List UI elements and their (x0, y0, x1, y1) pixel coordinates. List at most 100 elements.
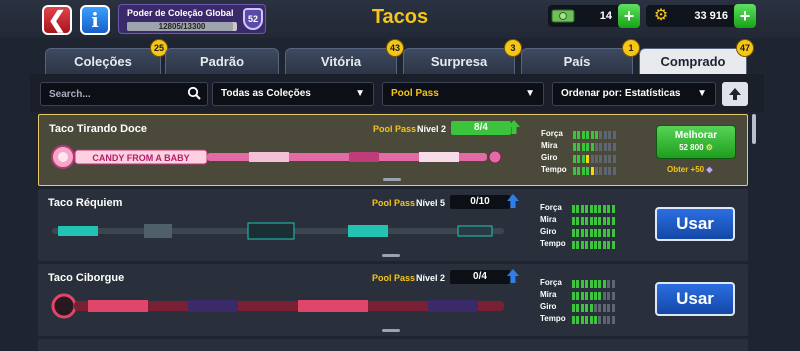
stat-segment (599, 131, 603, 139)
stat-segment (580, 304, 584, 312)
tab-colecoes[interactable]: Coleções 25 (45, 39, 168, 74)
add-coins-button[interactable]: + (734, 4, 756, 28)
stat-label: Giro (540, 302, 557, 311)
stat-row: Tempo (541, 165, 621, 177)
cue-card[interactable]: Taco Tirando Doce Pool Pass Nível 2 8/4 … (38, 114, 748, 186)
cue-card[interactable]: Taco Réquiem Pool Pass Nível 5 0/10 Forç… (38, 189, 748, 261)
stat-segment (580, 241, 584, 249)
info-button[interactable]: i (80, 5, 110, 35)
cash-icon (550, 5, 576, 27)
cue-tag: Pool Pass (373, 124, 417, 134)
stat-segment (607, 292, 611, 300)
stat-segment (612, 143, 616, 151)
stat-segment (599, 143, 603, 151)
stat-segment (608, 155, 612, 163)
stat-segment (594, 316, 597, 324)
upgrade-arrow-icon (507, 269, 519, 283)
stat-segment (572, 292, 575, 300)
stat-segment (607, 205, 611, 213)
sort-direction-button[interactable] (722, 82, 748, 106)
tab-label: Surpresa (430, 54, 488, 69)
search-icon[interactable] (187, 86, 201, 100)
collection-power-label: Poder de Coleção Global (127, 8, 234, 18)
stat-segment (595, 131, 598, 139)
use-button[interactable]: Usar (655, 282, 735, 316)
collections-dropdown-value: Todas as Coleções (221, 88, 311, 99)
stat-segment (607, 229, 611, 237)
stat-segment (611, 292, 615, 300)
cash-counter: 14 + (548, 4, 640, 28)
use-button[interactable]: Usar (655, 207, 735, 241)
sort-dropdown[interactable]: Ordenar por: Estatísticas ▼ (552, 82, 716, 106)
collections-dropdown[interactable]: Todas as Coleções ▼ (212, 82, 374, 106)
cue-tag: Pool Pass (372, 198, 416, 208)
stat-segment (612, 167, 616, 175)
filter-bar: Todas as Coleções ▼ Pool Pass ▼ Ordenar … (30, 74, 764, 112)
stat-segment (576, 304, 580, 312)
collection-power-panel[interactable]: Poder de Coleção Global 12805/13300 52 (118, 4, 266, 34)
stat-row: Força (540, 203, 620, 215)
stat-segment (581, 143, 585, 151)
stat-segment (589, 229, 593, 237)
add-cash-button[interactable]: + (618, 4, 640, 28)
upgrade-arrow-icon (507, 194, 519, 208)
search-input[interactable] (41, 83, 181, 105)
back-button[interactable]: ❮ (42, 5, 72, 35)
tab-padrao[interactable]: Padrão (165, 48, 279, 74)
tab-badge: 1 (622, 39, 640, 57)
stat-segment (586, 167, 590, 175)
stat-bar (573, 131, 617, 139)
stat-row: Força (541, 129, 621, 141)
stat-label: Mira (540, 290, 557, 299)
stat-row: Tempo (540, 314, 620, 326)
stat-segment (576, 316, 580, 324)
cash-amount: 14 (599, 10, 612, 22)
collection-progress-text: 12805/13300 (158, 22, 206, 31)
collection-progress-bar: 12805/13300 (127, 22, 237, 31)
stat-segment (581, 131, 585, 139)
stat-segment (602, 280, 606, 288)
stat-row: Força (540, 278, 620, 290)
card-handle (382, 329, 400, 332)
stat-segment (611, 304, 615, 312)
sort-dropdown-value: Ordenar por: Estatísticas (561, 88, 681, 99)
stat-segment (607, 304, 611, 312)
category-dropdown[interactable]: Pool Pass ▼ (382, 82, 544, 106)
stat-segment (585, 304, 589, 312)
stat-segment (612, 131, 616, 139)
stat-bar (572, 280, 616, 288)
tab-surpresa[interactable]: Surpresa 3 (403, 39, 522, 74)
coin-icon: ⚙ (705, 143, 713, 152)
stat-segment (581, 167, 585, 175)
stat-segment (580, 229, 584, 237)
stat-segment (576, 292, 580, 300)
stat-segment (576, 241, 580, 249)
tab-comprado[interactable]: Comprado 47 (639, 39, 754, 76)
tab-pais[interactable]: País 1 (521, 39, 640, 74)
stat-segment (599, 155, 603, 163)
cue-image (51, 293, 504, 319)
stat-segment (586, 155, 590, 163)
stat-segment (603, 143, 607, 151)
cue-card[interactable] (38, 339, 748, 351)
cue-card[interactable]: Taco Ciborgue Pool Pass Nível 2 0/4 Forç… (38, 264, 748, 336)
cue-progress-text: 8/4 (474, 122, 488, 133)
coin-icon: ⚙ (653, 7, 669, 24)
tab-badge: 47 (736, 39, 754, 57)
stat-segment (603, 167, 607, 175)
upgrade-arrow-icon (508, 120, 520, 134)
page-title: Tacos (371, 6, 429, 28)
category-dropdown-value: Pool Pass (391, 88, 439, 99)
stat-segment (611, 205, 615, 213)
stat-segment (590, 131, 594, 139)
scrollbar[interactable] (752, 114, 756, 144)
stat-segment (594, 229, 597, 237)
stat-segment (572, 217, 575, 225)
stat-segment (585, 292, 589, 300)
stat-segment (594, 217, 597, 225)
stat-segment (598, 217, 602, 225)
search-field[interactable] (40, 82, 208, 106)
tab-vitoria[interactable]: Vitória 43 (285, 39, 404, 74)
improve-button[interactable]: Melhorar 52 800 ⚙ (656, 125, 736, 159)
stat-segment (573, 143, 576, 151)
